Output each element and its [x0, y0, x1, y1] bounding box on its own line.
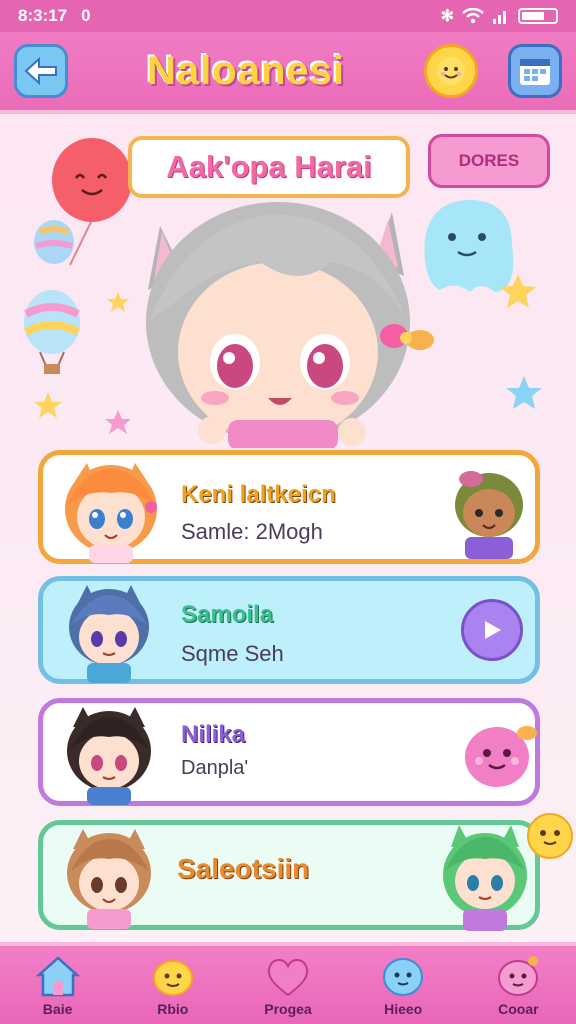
app-title: Naloanesi [147, 48, 345, 93]
card-4-title: Saleotsiin [177, 853, 310, 884]
pink-blob-mascot-icon [465, 726, 537, 787]
nav-item-hieeo[interactable]: Hieeo [353, 953, 453, 1017]
app-bar: Naloanesi [0, 32, 576, 114]
nav-label-rbio: Rbio [157, 1001, 189, 1017]
back-button[interactable] [14, 44, 68, 98]
hero-banner: Aak'opa Harai [128, 136, 410, 198]
nav-item-cooar[interactable]: Cooar [468, 953, 568, 1017]
card-2-title: Samoila [181, 601, 274, 628]
status-bar: 8:3:17 0 ✻ [0, 0, 576, 32]
calendar-grid-icon [520, 59, 550, 85]
card-1-title: Keni laltkeicn [181, 481, 336, 508]
character-card-1[interactable]: Keni laltkeicn Samle: 2Mogh [38, 450, 540, 564]
pink-blob-icon [498, 956, 539, 996]
battery-icon [518, 8, 558, 24]
play-button[interactable] [461, 599, 523, 661]
sun-button[interactable] [424, 44, 478, 98]
yellow-blob-icon [152, 960, 193, 996]
nav-item-rbio[interactable]: Rbio [123, 953, 223, 1017]
card-3-title: Nilika [181, 721, 246, 748]
nav-item-baie[interactable]: Baie [8, 953, 108, 1017]
card-3-subtitle: Danpla' [181, 757, 249, 779]
nav-label-progea: Progea [264, 1001, 312, 1017]
orange-hair-character-avatar [65, 463, 157, 563]
character-card-4[interactable]: Saleotsiin [38, 813, 573, 931]
house-icon [35, 956, 80, 997]
card-2-subtitle: Sqme Seh [181, 641, 284, 666]
character-card-3[interactable]: Nilika Danpla' [38, 698, 540, 806]
dores-button[interactable]: DORES [428, 134, 550, 188]
striped-balloon-icon [34, 220, 74, 264]
character-card-2[interactable]: Samoila Sqme Seh [38, 576, 540, 684]
play-button-icon [485, 621, 501, 639]
main-character-illustration [146, 202, 434, 448]
bottom-navigation: Baie Rbio Progea Hieeo Cooar [0, 942, 576, 1024]
yellow-blob-mascot-icon [527, 813, 573, 859]
back-arrow-icon [24, 56, 57, 86]
wifi-icon [462, 8, 484, 24]
hot-air-balloon-icon [24, 290, 80, 374]
status-icons: ✻ [441, 6, 558, 26]
brown-hair-character-avatar [67, 829, 151, 929]
calendar-button[interactable] [508, 44, 562, 98]
card-1-subtitle: Samle: 2Mogh [181, 519, 323, 544]
signal-icon [493, 11, 506, 24]
green-hair-girl-avatar [443, 825, 527, 931]
blue-blob-icon [383, 958, 424, 996]
ghost-icon [424, 199, 514, 292]
heart-icon [267, 959, 309, 997]
smiling-sun-icon [437, 57, 465, 85]
nav-item-progea[interactable]: Progea [238, 953, 338, 1017]
status-indicator: 0 [81, 6, 91, 25]
nav-label-baie: Baie [42, 1001, 73, 1017]
status-time: 8:3:17 [18, 6, 68, 25]
bluetooth-icon: ✻ [440, 8, 454, 25]
dark-hair-character-avatar [67, 707, 151, 805]
nav-label-hieeo: Hieeo [384, 1001, 423, 1017]
blue-hair-character-avatar [69, 585, 149, 683]
green-hair-character-avatar [455, 471, 523, 559]
nav-label-cooar: Cooar [498, 1001, 539, 1017]
